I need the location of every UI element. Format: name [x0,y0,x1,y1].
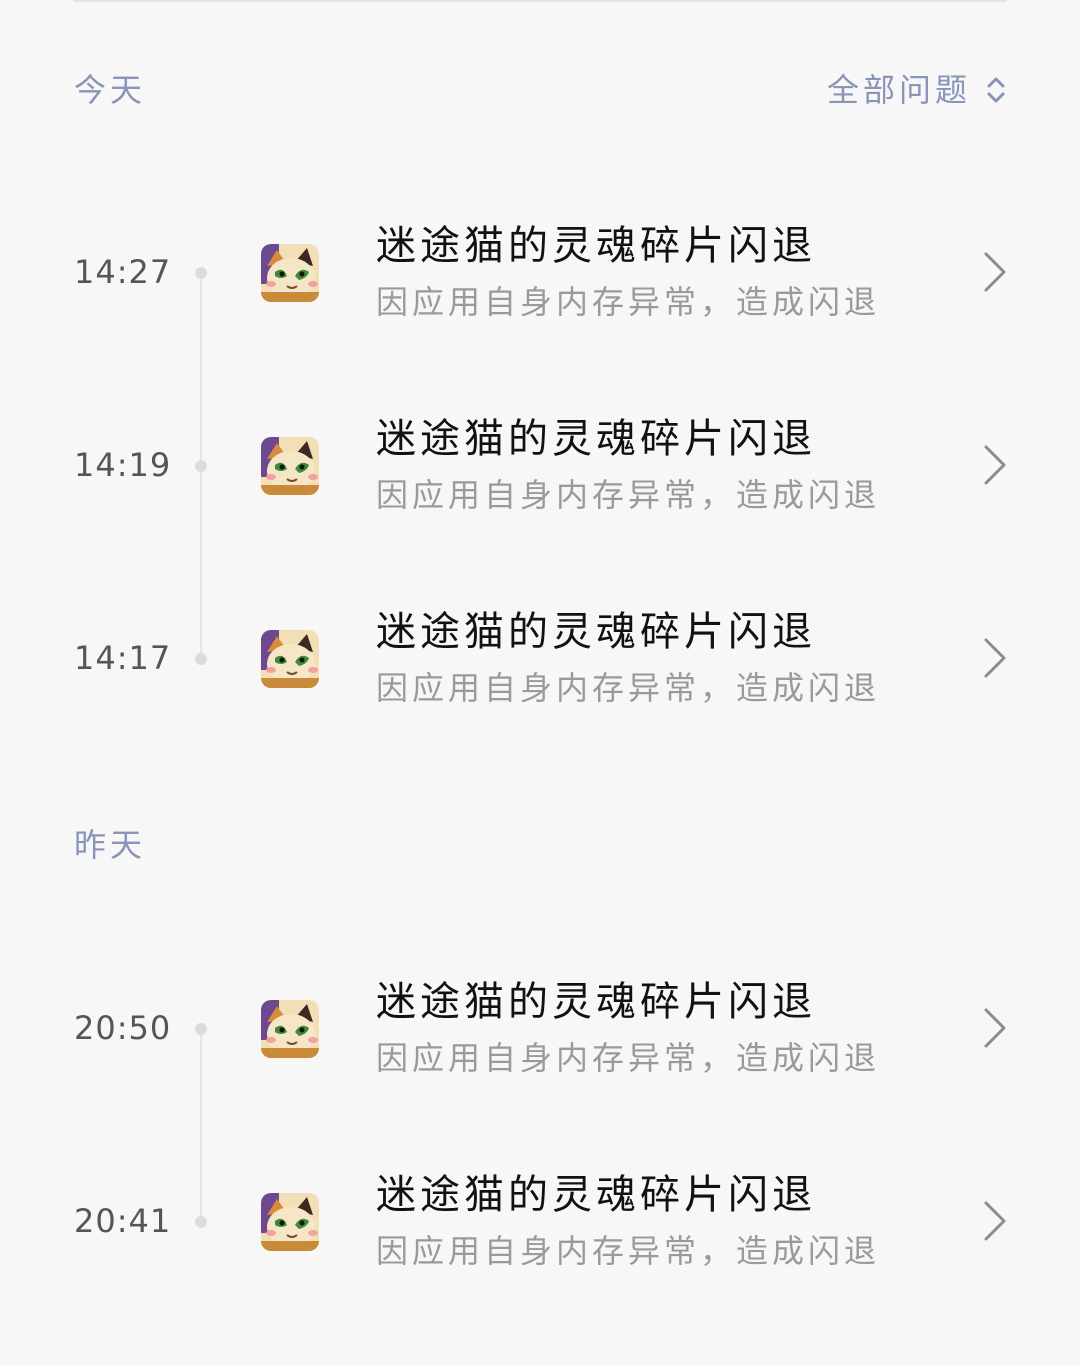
top-divider [73,0,1007,2]
crash-reason: 因应用自身内存异常，造成闪退 [376,1039,881,1077]
list-item[interactable]: 20:41 迷途猫的灵魂碎片闪退 因应用自身内存异常，造成闪退 [0,1151,1080,1291]
crash-time: 14:19 [74,446,172,484]
cat-app-icon [261,1000,319,1058]
chevron-right-icon [984,445,1006,485]
timeline-dot [195,267,207,279]
list-item[interactable]: 14:17 迷途猫的灵魂碎片闪退 因应用自身内存异常，造成闪退 [0,588,1080,728]
cat-app-icon [261,630,319,688]
cat-app-icon [261,1193,319,1251]
crash-reason: 因应用自身内存异常，造成闪退 [376,283,881,321]
crash-time: 20:50 [74,1009,172,1047]
list-item[interactable]: 14:19 迷途猫的灵魂碎片闪退 因应用自身内存异常，造成闪退 [0,395,1080,535]
crash-time: 20:41 [74,1202,172,1240]
list-item[interactable]: 14:27 迷途猫的灵魂碎片闪退 因应用自身内存异常，造成闪退 [0,202,1080,342]
crash-reason: 因应用自身内存异常，造成闪退 [376,476,881,514]
crash-title: 迷途猫的灵魂碎片闪退 [376,1172,816,1218]
crash-title: 迷途猫的灵魂碎片闪退 [376,609,816,655]
list-item[interactable]: 20:50 迷途猫的灵魂碎片闪退 因应用自身内存异常，造成闪退 [0,958,1080,1098]
cat-app-icon [261,437,319,495]
sort-updown-icon [987,77,1005,103]
section-label-yesterday: 昨天 [74,826,147,864]
crash-time: 14:17 [74,639,172,677]
chevron-right-icon [984,1201,1006,1241]
timeline-dot [195,1216,207,1228]
chevron-right-icon [984,252,1006,292]
section-label-today: 今天 [74,71,147,109]
crash-title: 迷途猫的灵魂碎片闪退 [376,416,816,462]
timeline-dot [195,653,207,665]
chevron-right-icon [984,638,1006,678]
timeline-dot [195,460,207,472]
crash-title: 迷途猫的灵魂碎片闪退 [376,223,816,269]
cat-app-icon [261,244,319,302]
crash-time: 14:27 [74,253,172,291]
filter-dropdown[interactable]: 全部问题 [827,70,1007,110]
filter-label: 全部问题 [826,71,971,109]
timeline-dot [195,1023,207,1035]
crash-title: 迷途猫的灵魂碎片闪退 [376,979,816,1025]
chevron-right-icon [984,1008,1006,1048]
crash-reason: 因应用自身内存异常，造成闪退 [376,669,881,707]
crash-reason: 因应用自身内存异常，造成闪退 [376,1232,881,1270]
